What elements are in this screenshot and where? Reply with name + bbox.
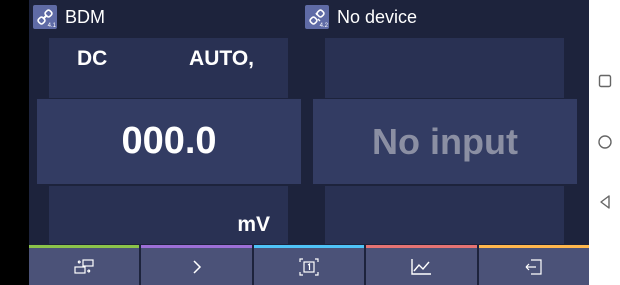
swap-devices-icon [74,258,94,274]
screen-1-icon [299,257,319,276]
circle-icon [598,135,612,149]
link-icon: 4.1 [33,5,57,29]
left-device-header[interactable]: 4.1 BDM [33,4,105,30]
device-name: No device [337,6,418,27]
unit-panel[interactable]: mV [49,186,288,244]
mode-panel[interactable]: DC AUTO, [49,38,288,98]
chart-button[interactable] [366,245,477,285]
chevron-right-icon [193,259,201,274]
no-input-label: No input [372,120,518,162]
measured-value: 000.0 [121,120,217,162]
system-nav-bar [589,0,620,285]
next-button[interactable] [141,245,252,285]
unit-label: mV [237,213,270,236]
right-value-panel[interactable]: No input [313,99,577,184]
device-name: BDM [65,6,105,27]
range-label: AUTO, [189,47,254,70]
multimeter-app: 4.1 BDM 4.2 No device DC AUTO, 000.0 mV … [29,0,589,285]
recent-apps-button[interactable] [597,73,613,89]
square-icon [598,74,612,88]
toolbar [29,245,589,285]
home-button[interactable] [597,134,613,150]
swap-devices-button[interactable] [29,245,140,285]
link-number: 4.1 [47,23,56,29]
screen-one-button[interactable] [253,245,365,285]
value-panel[interactable]: 000.0 [37,99,301,184]
exit-icon [525,258,542,275]
chart-icon [411,258,432,275]
link-broken-icon: 4.2 [305,5,329,29]
right-device-header[interactable]: 4.2 No device [305,4,417,30]
link-number: 4.2 [319,23,328,29]
right-top-panel[interactable] [325,38,564,98]
right-bottom-panel[interactable] [325,186,564,244]
mode-label: DC [77,47,108,70]
back-button[interactable] [597,194,613,210]
exit-button[interactable] [478,245,589,285]
triangle-back-icon [600,195,610,209]
